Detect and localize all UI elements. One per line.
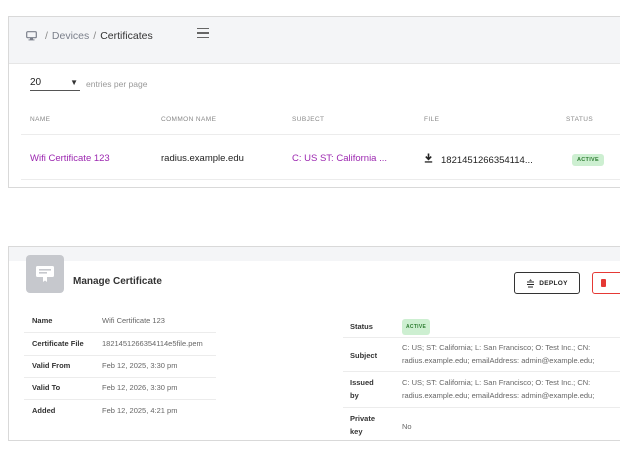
detail-value-line: C: US; ST: California; L: San Francisco;… (402, 378, 591, 387)
certificates-list-panel: / Devices / Certificates 20 ▼ entries pe… (8, 16, 620, 188)
detail-row-valid-from: Valid From Feb 12, 2025, 3:30 pm (24, 355, 216, 378)
detail-label: Subject (350, 351, 378, 360)
detail-row-name: Name Wifi Certificate 123 (24, 310, 216, 333)
column-header-subject[interactable]: SUBJECT (292, 116, 324, 123)
detail-value: Wifi Certificate 123 (102, 316, 165, 325)
detail-label: Valid To (32, 383, 61, 392)
detail-row-status: Status ACTIVE (343, 313, 620, 338)
column-header-common-name[interactable]: COMMON NAME (161, 116, 216, 123)
top-bar: / Devices / Certificates (9, 17, 620, 64)
detail-label: by (350, 391, 359, 400)
column-header-name[interactable]: NAME (30, 116, 50, 123)
deploy-button[interactable]: DEPLOY (514, 272, 580, 294)
deploy-icon (526, 278, 535, 288)
detail-row-issued-by: Issued by C: US; ST: California; L: San … (343, 371, 620, 408)
detail-row-subject: Subject C: US; ST: California; L: San Fr… (343, 337, 620, 372)
header-divider (21, 134, 620, 135)
detail-value: No (402, 422, 412, 431)
page-size-value: 20 (30, 77, 42, 88)
breadcrumb-separator: / (93, 30, 97, 42)
detail-row-added: Added Feb 12, 2025, 4:21 pm (24, 400, 216, 422)
detail-value: Feb 12, 2025, 3:30 pm (102, 361, 178, 370)
column-header-file[interactable]: FILE (424, 116, 439, 123)
table-row[interactable]: Wifi Certificate 123 radius.example.edu … (9, 143, 620, 179)
detail-label: Private (350, 414, 376, 423)
detail-label: Status (350, 322, 373, 331)
breadcrumb-separator: / (45, 30, 48, 42)
detail-row-private-key: Private key No (343, 407, 620, 440)
detail-label: Certificate File (32, 339, 84, 348)
breadcrumb-devices[interactable]: Devices (52, 29, 89, 43)
detail-value: Feb 12, 2026, 3:30 pm (102, 383, 178, 392)
page-size-select[interactable]: 20 ▼ (30, 77, 80, 91)
row-divider (21, 179, 620, 180)
detail-row-certificate-file: Certificate File 1821451266354114e5file.… (24, 333, 216, 356)
detail-label: Name (32, 316, 53, 325)
detail-value: ACTIVE (402, 319, 431, 335)
breadcrumb: / Devices / Certificates (26, 29, 153, 43)
status-badge: ACTIVE (572, 154, 604, 166)
status-badge: ACTIVE (402, 319, 431, 335)
monitor-icon[interactable] (26, 31, 37, 41)
breadcrumb-current: Certificates (100, 30, 153, 42)
row-common-name: radius.example.edu (161, 153, 244, 164)
detail-row-valid-to: Valid To Feb 12, 2026, 3:30 pm (24, 377, 216, 400)
trash-icon (601, 279, 606, 287)
row-file-name[interactable]: 1821451266354114... (441, 155, 533, 166)
row-name-link[interactable]: Wifi Certificate 123 (30, 153, 110, 164)
detail-label: Added (32, 406, 56, 415)
delete-button[interactable] (592, 272, 620, 294)
deploy-label: DEPLOY (539, 279, 568, 287)
page-size-control: 20 ▼ entries per page (30, 77, 147, 91)
detail-value: Feb 12, 2025, 4:21 pm (102, 406, 178, 415)
column-header-status[interactable]: STATUS (566, 116, 593, 123)
certificate-icon (26, 255, 64, 293)
detail-value-line: radius.example.edu; emailAddress: admin@… (402, 356, 595, 365)
row-file[interactable]: 1821451266354114... (424, 153, 533, 166)
detail-value-line: C: US; ST: California; L: San Francisco;… (402, 343, 591, 352)
detail-value: 1821451266354114e5file.pem (102, 339, 203, 348)
manage-certificate-panel: Manage Certificate DEPLOY Name Wifi Cert… (8, 246, 620, 441)
detail-label: key (350, 427, 363, 436)
panel-header-strip (9, 247, 620, 261)
menu-icon[interactable] (197, 28, 209, 39)
page-title: Manage Certificate (73, 276, 162, 287)
caret-down-icon: ▼ (70, 78, 78, 87)
detail-label: Valid From (32, 361, 71, 370)
detail-value-line: radius.example.edu; emailAddress: admin@… (402, 391, 595, 400)
detail-label: Issued (350, 378, 374, 387)
download-icon[interactable] (424, 153, 433, 166)
row-subject-link[interactable]: C: US ST: California ... (292, 153, 387, 164)
entries-per-page-label: entries per page (86, 79, 148, 89)
